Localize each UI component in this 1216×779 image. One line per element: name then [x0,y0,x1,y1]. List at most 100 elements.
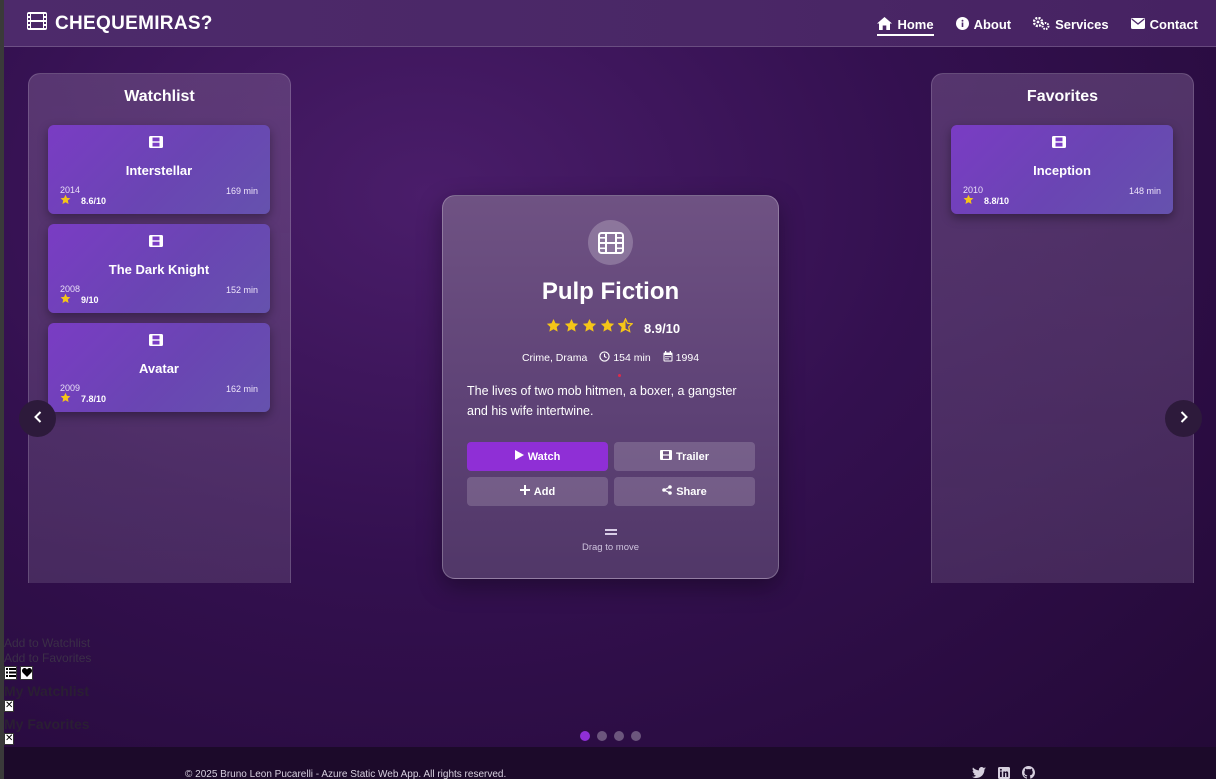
nav-contact[interactable]: Contact [1130,15,1198,34]
nav-home-label: Home [897,17,934,32]
drag-hint: Drag to move [581,542,640,553]
footer: © 2025 Bruno Leon Pucarelli - Azure Stat… [4,747,1216,779]
nav-home[interactable]: Home [877,15,934,36]
carousel-dot[interactable] [597,731,607,741]
twitter-icon[interactable] [972,766,986,779]
film-icon [149,234,163,252]
movie-title: The Dark Knight [108,262,210,277]
featured-year: 1994 [675,352,700,364]
linkedin-icon[interactable] [998,766,1010,779]
star-icon [60,293,71,306]
trailer-button[interactable]: Trailer [614,442,755,471]
github-icon[interactable] [1022,766,1035,779]
add-watchlist-text[interactable]: Add to Watchlist [4,636,90,650]
movie-duration: 148 min [1128,186,1161,196]
movie-title: Avatar [139,361,179,376]
my-watchlist-heading: My Watchlist [4,683,90,699]
cogs-icon [1032,16,1050,33]
star-icon [546,318,561,338]
watchlist-title: Watchlist [124,88,195,105]
movie-rating: 8.8/10 [963,194,1009,207]
nav-links: Home About Services Contact [877,15,1198,36]
featured-genre: Crime, Drama [521,352,588,364]
watch-label: Watch [527,450,561,463]
chevron-right-icon [1180,410,1188,428]
star-icon [564,318,579,338]
star-icon [600,318,615,338]
featured-movie-card[interactable]: Pulp Fiction 8.9/10 Crime, Drama 154 min… [442,195,779,579]
brand-name: CHEQUEMIRAS? [55,12,213,34]
add-button[interactable]: Add [467,477,608,506]
star-icon [60,194,71,207]
envelope-icon [1130,17,1145,32]
close-favorites-button[interactable]: ✕ [4,733,14,745]
heart-icon [21,664,32,682]
clock-icon [599,351,610,365]
nav-about[interactable]: About [955,15,1012,34]
indicator-dot [618,374,621,377]
chevron-left-icon [33,410,42,428]
play-icon [514,450,524,463]
my-favorites-heading: My Favorites [4,716,90,732]
add-favorites-text[interactable]: Add to Favorites [4,651,91,665]
featured-year-wrap: 1994 [663,351,699,365]
film-icon [149,333,163,351]
carousel-indicators [580,731,641,741]
favorites-card[interactable]: Inception 2010 8.8/10 148 min [951,125,1173,214]
brand-logo[interactable]: CHEQUEMIRAS? [26,11,213,36]
carousel-dot[interactable] [631,731,641,741]
movie-rating-value: 7.8/10 [81,393,107,404]
movie-rating-value: 9/10 [81,294,99,305]
featured-meta: Crime, Drama 154 min 1994 [443,351,778,365]
share-button[interactable]: Share [614,477,755,506]
info-icon [955,16,969,33]
featured-rating: 8.9/10 [546,317,681,338]
movie-rating-value: 8.8/10 [984,195,1010,206]
film-icon [1052,135,1066,153]
movie-rating: 7.8/10 [60,392,106,405]
watchlist-card[interactable]: Interstellar 2014 8.6/10 169 min [48,125,270,214]
plus-icon [519,485,530,498]
trailer-label: Trailer [675,450,710,463]
watchlist-card[interactable]: Avatar 2009 7.8/10 162 min [48,323,270,412]
film-icon [149,135,163,153]
carousel-dot[interactable] [614,731,624,741]
watchlist-panel: Watchlist Interstellar 2014 8.6/10 169 m… [28,73,291,583]
film-icon [26,11,48,36]
watchlist-card[interactable]: The Dark Knight 2008 9/10 152 min [48,224,270,313]
movie-title: Interstellar [125,163,193,178]
share-label: Share [676,485,707,498]
carousel-dot[interactable] [580,731,590,741]
featured-duration-wrap: 154 min [599,351,651,365]
nav-services[interactable]: Services [1032,15,1109,34]
nav-about-label: About [973,17,1012,32]
home-icon [877,16,893,33]
calendar-icon [663,351,673,365]
featured-rating-value: 8.9/10 [644,320,681,336]
movie-duration: 169 min [225,186,258,196]
social-links [972,766,1035,779]
movie-duration: 152 min [225,285,258,295]
movie-duration: 162 min [225,384,258,394]
close-watchlist-button[interactable]: ✕ [4,700,14,712]
favorites-panel: Favorites Inception 2010 8.8/10 148 min [931,73,1194,583]
film-icon [659,450,672,463]
prev-button[interactable] [19,400,56,437]
watch-button[interactable]: Watch [467,442,608,471]
movie-title: Inception [1033,163,1091,178]
movie-rating: 9/10 [60,293,99,306]
page: CHEQUEMIRAS? Home About Services Contact… [4,0,1216,779]
star-icon [963,194,974,207]
favorites-toggle-button[interactable] [20,666,33,680]
copyright-text: © 2025 Bruno Leon Pucarelli - Azure Stat… [185,769,507,779]
share-icon [662,485,673,498]
drag-handle[interactable]: Drag to move [443,529,778,553]
next-button[interactable] [1165,400,1202,437]
star-icon [582,318,597,338]
watchlist-toggle-button[interactable] [4,666,17,680]
film-icon [588,220,633,265]
list-icon [5,664,16,682]
favorites-title: Favorites [1026,88,1099,105]
navbar: CHEQUEMIRAS? Home About Services Contact [4,0,1216,47]
featured-duration: 154 min [613,352,651,364]
